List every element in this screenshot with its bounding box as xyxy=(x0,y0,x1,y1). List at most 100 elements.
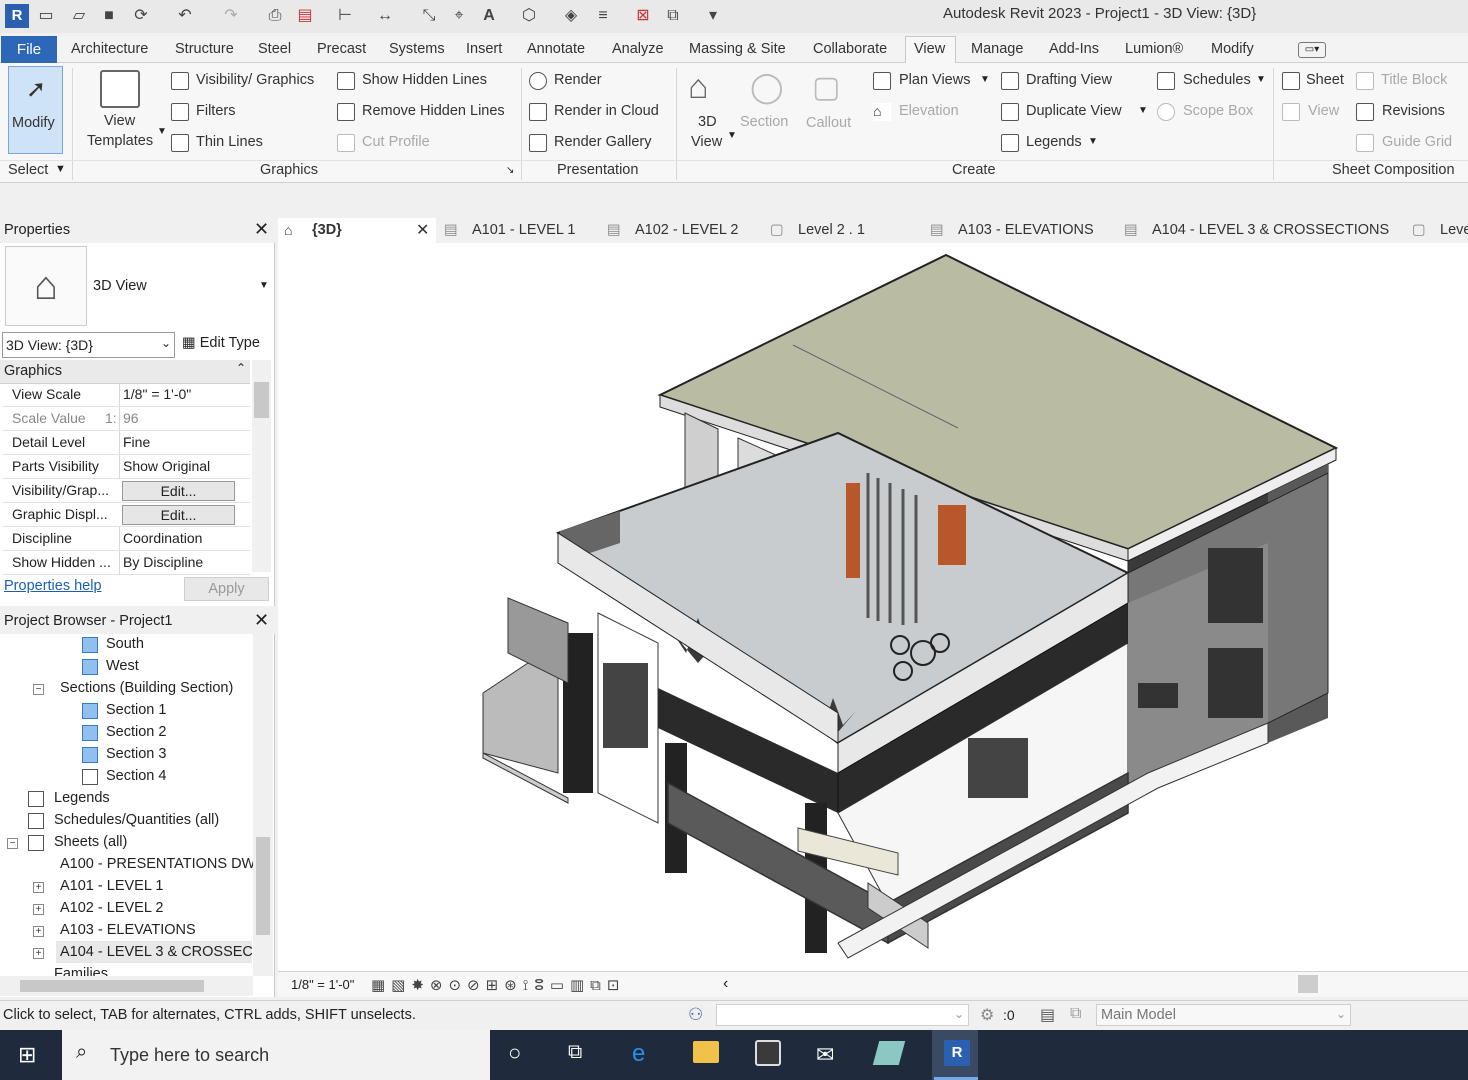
revisions-button[interactable]: Revisions xyxy=(1382,103,1445,119)
duplicate-view-icon[interactable] xyxy=(1001,103,1019,121)
tree-item-legends[interactable]: Legends xyxy=(54,790,110,806)
filters-button[interactable]: Filters xyxy=(196,103,235,119)
drafting-view-button[interactable]: Drafting View xyxy=(1026,72,1112,88)
sheet-icon[interactable] xyxy=(1282,72,1300,90)
tab-collaborate[interactable]: Collaborate xyxy=(813,41,887,57)
align-icon[interactable]: ⤡ xyxy=(420,7,438,25)
properties-scrollbar[interactable] xyxy=(252,360,271,572)
render-cloud-button[interactable]: Render in Cloud xyxy=(554,103,659,119)
edge-icon[interactable]: e xyxy=(632,1040,645,1068)
tab-add-ins[interactable]: Add-Ins xyxy=(1049,41,1099,57)
revit-taskbar-icon[interactable]: R xyxy=(944,1040,970,1066)
scrollbar-thumb[interactable] xyxy=(20,980,204,992)
thin-lines-button[interactable]: Thin Lines xyxy=(196,134,263,150)
workset-dropdown[interactable]: ⌄ xyxy=(716,1004,969,1026)
legends-button[interactable]: Legends xyxy=(1026,134,1082,150)
collapse-node-icon[interactable]: − xyxy=(33,684,44,695)
close-hidden-icon[interactable]: ⊠ xyxy=(634,7,652,25)
tab-a103[interactable]: A103 - ELEVATIONS xyxy=(958,222,1094,238)
tab-lumion[interactable]: Lumion® xyxy=(1125,41,1183,57)
property-value[interactable]: By Discipline xyxy=(119,551,237,574)
customize-qat-icon[interactable]: ▾ xyxy=(704,7,722,25)
tree-item-section-2[interactable]: Section 2 xyxy=(106,724,166,740)
expand-node-icon[interactable]: + xyxy=(33,948,44,959)
undo-icon[interactable]: ↶ xyxy=(176,7,194,25)
tree-item-south[interactable]: South xyxy=(106,636,144,652)
tree-item-sheets[interactable]: Sheets (all) xyxy=(54,834,127,850)
instance-selector[interactable]: 3D View: {3D} ⌄ xyxy=(2,332,175,358)
sync-icon[interactable]: ⟳ xyxy=(132,7,150,25)
tab-architecture[interactable]: Architecture xyxy=(71,41,148,57)
close-tab-icon[interactable]: ✕ xyxy=(416,220,429,240)
switch-windows-icon[interactable]: ⧉ xyxy=(664,7,682,25)
file-explorer-icon[interactable] xyxy=(693,1041,719,1063)
filter-icon[interactable]: ⚙ xyxy=(980,1005,994,1025)
visibility-graphics-icon[interactable] xyxy=(171,72,189,90)
view-templates-label-2[interactable]: Templates xyxy=(87,133,153,149)
measure-icon[interactable]: ⊢ xyxy=(336,7,354,25)
3d-view-label-2[interactable]: View xyxy=(691,134,722,150)
plan-views-button[interactable]: Plan Views xyxy=(899,72,970,88)
scroll-left-icon[interactable]: ‹ xyxy=(723,975,728,993)
expand-node-icon[interactable]: + xyxy=(33,926,44,937)
3d-view-label-1[interactable]: 3D xyxy=(698,114,717,130)
text-icon[interactable]: A xyxy=(480,7,498,25)
property-value[interactable]: Coordination xyxy=(119,527,237,550)
thin-lines-icon[interactable]: ≡ xyxy=(594,7,612,25)
tree-item-sections[interactable]: Sections (Building Section) xyxy=(60,680,233,696)
select-dropdown-icon[interactable]: ▼ xyxy=(55,163,66,175)
close-icon[interactable]: ✕ xyxy=(254,219,269,240)
tab-steel[interactable]: Steel xyxy=(258,41,291,57)
legends-icon[interactable] xyxy=(1001,134,1019,152)
duplicate-view-dropdown-icon[interactable]: ▼ xyxy=(1138,105,1148,116)
expand-node-icon[interactable]: + xyxy=(33,882,44,893)
revit-logo[interactable]: R xyxy=(5,4,29,28)
tab-a101[interactable]: A101 - LEVEL 1 xyxy=(472,222,575,238)
design-option-dropdown[interactable]: Main Model ⌄ xyxy=(1096,1004,1351,1026)
3d-view-dropdown-icon[interactable]: ▼ xyxy=(727,130,737,141)
property-value[interactable]: Fine xyxy=(119,431,237,454)
cortana-icon[interactable]: ○ xyxy=(508,1040,521,1066)
tree-item-a101[interactable]: A101 - LEVEL 1 xyxy=(60,878,163,894)
tab-modify[interactable]: Modify xyxy=(1211,41,1254,57)
tree-item-a103[interactable]: A103 - ELEVATIONS xyxy=(60,922,196,938)
taskbar-search[interactable]: ⌕ Type here to search xyxy=(62,1030,490,1080)
tag-icon[interactable]: ⌖ xyxy=(450,7,468,25)
design-options-icon[interactable]: ▤ xyxy=(1040,1005,1055,1025)
editing-requests-icon[interactable]: ⧉ xyxy=(1070,1005,1081,1023)
scrollbar-thumb[interactable] xyxy=(256,837,270,935)
expand-node-icon[interactable]: + xyxy=(33,904,44,915)
tab-3d[interactable]: {3D} xyxy=(312,222,342,238)
tab-structure[interactable]: Structure xyxy=(175,41,234,57)
scrollbar-thumb[interactable] xyxy=(254,382,269,418)
view-templates-dropdown-icon[interactable]: ▼ xyxy=(157,126,167,137)
pdf-icon[interactable]: ▤ xyxy=(296,7,314,25)
modify-button[interactable]: ➚ Modify xyxy=(8,66,63,154)
visibility-edit-button[interactable]: Edit... xyxy=(122,481,235,501)
apply-button[interactable]: Apply xyxy=(184,577,269,601)
plan-views-icon[interactable] xyxy=(873,72,891,90)
remove-hidden-lines-icon[interactable] xyxy=(337,103,355,121)
tab-level-truncated[interactable]: Leve xyxy=(1440,222,1468,238)
tree-item-a104[interactable]: A104 - LEVEL 3 & CROSSECTI xyxy=(60,944,266,960)
section-icon[interactable]: ◈ xyxy=(562,7,580,25)
render-cloud-icon[interactable] xyxy=(529,103,547,121)
3d-view-icon[interactable]: ⬡ xyxy=(520,7,538,25)
worksharing-icon[interactable]: ⚇ xyxy=(688,1005,703,1025)
tree-item-section-1[interactable]: Section 1 xyxy=(106,702,166,718)
legends-dropdown-icon[interactable]: ▼ xyxy=(1088,136,1098,147)
show-hidden-lines-button[interactable]: Show Hidden Lines xyxy=(362,72,487,88)
tab-manage[interactable]: Manage xyxy=(971,41,1023,57)
schedules-button[interactable]: Schedules xyxy=(1183,72,1251,88)
tree-item-section-4[interactable]: Section 4 xyxy=(106,768,166,784)
schedules-dropdown-icon[interactable]: ▼ xyxy=(1256,74,1266,85)
task-view-icon[interactable]: ⧉ xyxy=(568,1041,582,1064)
new-icon[interactable]: ▭ xyxy=(37,7,55,25)
graphic-display-edit-button[interactable]: Edit... xyxy=(122,505,235,525)
tree-item-schedules[interactable]: Schedules/Quantities (all) xyxy=(54,812,219,828)
view-templates-label-1[interactable]: View xyxy=(104,113,135,129)
render-icon[interactable] xyxy=(529,72,547,90)
windows-start-icon[interactable]: ⊞ xyxy=(18,1042,36,1068)
render-gallery-icon[interactable] xyxy=(529,134,547,152)
ribbon-minimize-icon[interactable]: ▭▾ xyxy=(1298,42,1326,58)
